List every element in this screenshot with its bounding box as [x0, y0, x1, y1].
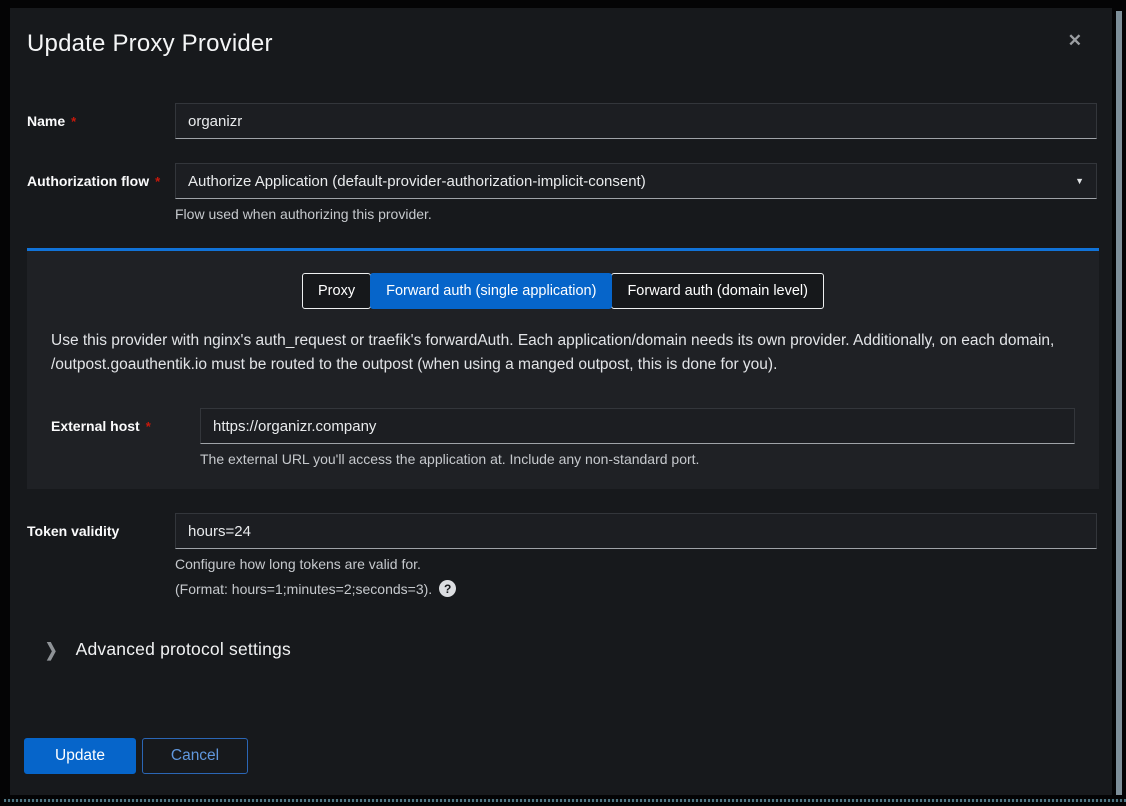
advanced-protocol-settings-toggle[interactable]: ❯ Advanced protocol settings: [45, 639, 1112, 660]
token-validity-input[interactable]: [175, 513, 1097, 549]
advanced-protocol-settings-label: Advanced protocol settings: [76, 639, 291, 660]
tab-forward-auth-domain-level[interactable]: Forward auth (domain level): [611, 273, 824, 309]
token-validity-format-help: (Format: hours=1;minutes=2;seconds=3). ?: [175, 580, 1097, 597]
modal-footer: Update Cancel: [24, 738, 248, 774]
window-edge-strip: [1116, 11, 1122, 795]
update-button[interactable]: Update: [24, 738, 136, 774]
external-host-help: The external URL you'll access the appli…: [200, 451, 1075, 467]
help-question-icon[interactable]: ?: [439, 580, 456, 597]
name-row: Name*: [10, 103, 1112, 139]
close-icon[interactable]: ✕: [1068, 32, 1082, 49]
token-validity-help: Configure how long tokens are valid for.: [175, 556, 1097, 572]
name-input[interactable]: [175, 103, 1097, 139]
chevron-right-icon: ❯: [45, 639, 58, 661]
required-asterisk: *: [155, 174, 160, 189]
token-validity-label: Token validity: [27, 513, 175, 539]
proxy-mode-tab-bar: Proxy Forward auth (single application) …: [51, 273, 1075, 309]
screenshot-frame: Update Proxy Provider ✕ Name* Authorizat…: [0, 0, 1126, 806]
update-proxy-provider-modal: Update Proxy Provider ✕ Name* Authorizat…: [10, 8, 1112, 795]
authorization-flow-select[interactable]: Authorize Application (default-provider-…: [175, 163, 1097, 199]
window-bottom-edge: [4, 799, 1126, 802]
required-asterisk: *: [71, 114, 76, 129]
authorization-flow-help: Flow used when authorizing this provider…: [175, 206, 1097, 222]
tab-proxy[interactable]: Proxy: [302, 273, 371, 309]
authorization-flow-row: Authorization flow* Authorize Applicatio…: [10, 163, 1112, 222]
mode-description: Use this provider with nginx's auth_requ…: [51, 329, 1075, 377]
chevron-down-icon: ▼: [1075, 176, 1084, 186]
tab-forward-auth-single-application[interactable]: Forward auth (single application): [370, 273, 612, 309]
authorization-flow-label: Authorization flow*: [27, 163, 175, 189]
external-host-row: External host* The external URL you'll a…: [51, 408, 1075, 467]
proxy-mode-panel: Proxy Forward auth (single application) …: [27, 248, 1099, 489]
selected-flow-value: Authorize Application (default-provider-…: [188, 173, 1065, 190]
name-label: Name*: [27, 103, 175, 129]
external-host-input[interactable]: [200, 408, 1075, 444]
page-title: Update Proxy Provider: [27, 28, 1088, 60]
modal-header: Update Proxy Provider ✕: [10, 8, 1112, 60]
required-asterisk: *: [146, 419, 151, 434]
token-validity-row: Token validity Configure how long tokens…: [10, 513, 1112, 597]
cancel-button[interactable]: Cancel: [142, 738, 248, 774]
external-host-label: External host*: [51, 408, 200, 434]
provider-form: Name* Authorization flow* Authorize Appl…: [10, 103, 1112, 660]
